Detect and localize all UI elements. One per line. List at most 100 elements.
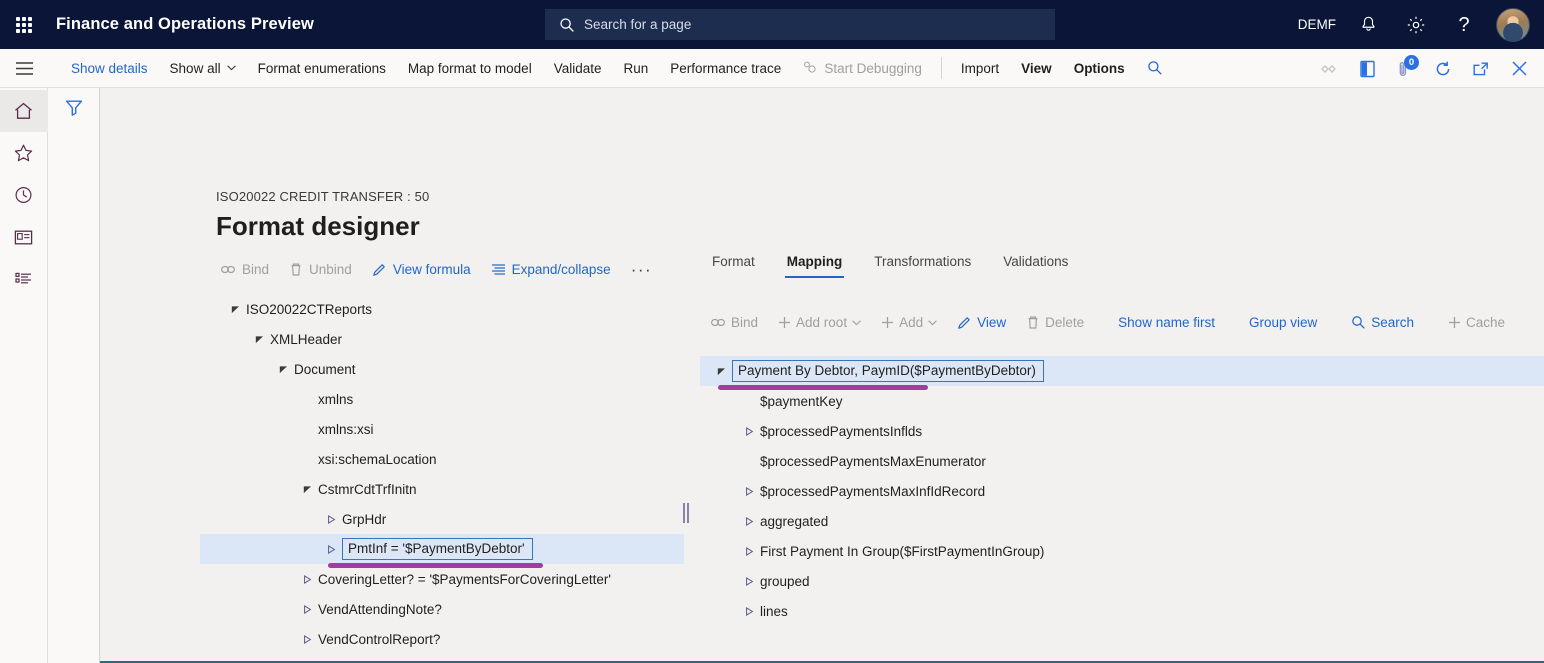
- mapping-tree-row[interactable]: $processedPaymentsInflds: [700, 416, 1544, 446]
- expanded-triangle-icon: [255, 335, 264, 344]
- format-tree-row[interactable]: xmlns:xsi: [200, 414, 684, 444]
- relationships-icon[interactable]: [1310, 49, 1348, 88]
- mapping-view-button[interactable]: View: [947, 309, 1016, 336]
- format-tree-row[interactable]: xmlns: [200, 384, 684, 414]
- tree-toggle[interactable]: [296, 635, 318, 644]
- command-options[interactable]: Options: [1063, 49, 1136, 88]
- refresh-icon[interactable]: [1424, 49, 1462, 88]
- command-show-all[interactable]: Show all: [159, 49, 247, 88]
- company-selector[interactable]: DEMF: [1290, 0, 1344, 49]
- sidebar-item-favorites[interactable]: [0, 132, 48, 174]
- command-search-button[interactable]: [1136, 49, 1174, 88]
- navigation-rail: [0, 88, 48, 663]
- mapping-add-button: Add: [871, 309, 947, 336]
- tree-toggle[interactable]: [272, 365, 294, 374]
- avatar[interactable]: [1496, 8, 1530, 42]
- format-tree-row[interactable]: CstmrCdtTrfInitn: [200, 474, 684, 504]
- mapping-tree-row[interactable]: First Payment In Group($FirstPaymentInGr…: [700, 536, 1544, 566]
- tree-toggle[interactable]: [320, 545, 342, 554]
- bind-button: Bind: [210, 256, 279, 283]
- tree-toggle[interactable]: [296, 605, 318, 614]
- view-formula-button[interactable]: View formula: [362, 256, 481, 283]
- sidebar-item-recent[interactable]: [0, 174, 48, 216]
- format-tree-row[interactable]: XMLHeader: [200, 324, 684, 354]
- open-in-new-window-icon[interactable]: [1462, 49, 1500, 88]
- app-launcher-icon[interactable]: [0, 0, 48, 49]
- mapping-group-view-button[interactable]: Group view: [1239, 309, 1327, 336]
- global-search-box[interactable]: Search for a page: [545, 9, 1055, 40]
- format-tree-row[interactable]: xsi:schemaLocation: [200, 444, 684, 474]
- tree-toggle[interactable]: [738, 427, 760, 436]
- mapping-tree-row[interactable]: lines: [700, 596, 1544, 626]
- command-format-enumerations[interactable]: Format enumerations: [247, 49, 397, 88]
- format-tree: ISO20022CTReportsXMLHeaderDocumentxmlnsx…: [200, 294, 684, 654]
- mapping-tree-row[interactable]: grouped: [700, 566, 1544, 596]
- command-validate-label: Validate: [554, 61, 602, 76]
- command-view-label: View: [1021, 61, 1052, 76]
- expand-collapse-button[interactable]: Expand/collapse: [481, 256, 621, 283]
- command-bar-items: Show details Show all Format enumeration…: [60, 49, 1174, 88]
- search-icon: [1351, 315, 1366, 330]
- pencil-icon: [372, 262, 387, 277]
- mapping-search-button[interactable]: Search: [1341, 309, 1424, 336]
- format-tree-row[interactable]: Document: [200, 354, 684, 384]
- tab-mapping[interactable]: Mapping: [771, 254, 859, 278]
- tab-transformations[interactable]: Transformations: [858, 254, 987, 278]
- mapping-show-name-first-button[interactable]: Show name first: [1108, 309, 1225, 336]
- filter-funnel-icon[interactable]: [64, 98, 84, 122]
- tab-format[interactable]: Format: [696, 254, 771, 278]
- command-performance-trace[interactable]: Performance trace: [659, 49, 792, 88]
- format-tree-row[interactable]: VendControlReport?: [200, 624, 684, 654]
- command-import[interactable]: Import: [950, 49, 1010, 88]
- debug-gear-icon: [803, 61, 818, 75]
- tree-toggle[interactable]: [248, 335, 270, 344]
- tab-validations[interactable]: Validations: [987, 254, 1084, 278]
- plus-icon: [778, 316, 791, 329]
- tree-toggle[interactable]: [710, 367, 732, 376]
- tree-toggle[interactable]: [296, 485, 318, 494]
- tree-toggle[interactable]: [738, 517, 760, 526]
- tree-toggle[interactable]: [738, 577, 760, 586]
- format-tree-row[interactable]: VendAttendingNote?: [200, 594, 684, 624]
- format-tree-label: xsi:schemaLocation: [318, 452, 441, 467]
- tree-toggle[interactable]: [224, 305, 246, 314]
- command-run[interactable]: Run: [613, 49, 660, 88]
- sidebar-item-home[interactable]: [0, 90, 48, 132]
- sidebar-item-workspaces[interactable]: [0, 216, 48, 258]
- mapping-tree-row[interactable]: $paymentKey: [700, 386, 1544, 416]
- more-options-button[interactable]: ···: [621, 260, 662, 280]
- format-tree-row[interactable]: CoveringLetter? = '$PaymentsForCoveringL…: [200, 564, 684, 594]
- format-tree-row[interactable]: GrpHdr: [200, 504, 684, 534]
- page-options-icon[interactable]: [1348, 49, 1386, 88]
- tree-toggle[interactable]: [738, 607, 760, 616]
- mapping-tree-row[interactable]: Payment By Debtor, PaymID($PaymentByDebt…: [700, 356, 1544, 386]
- page-content: ISO20022 CREDIT TRANSFER : 50 Format des…: [100, 88, 1544, 663]
- bell-icon[interactable]: [1344, 0, 1392, 49]
- tree-toggle[interactable]: [738, 487, 760, 496]
- mapping-toolbar: BindAdd rootAddViewDeleteShow name first…: [700, 309, 1515, 336]
- page-title: Format designer: [216, 211, 420, 242]
- recent-clock-icon: [13, 185, 34, 205]
- format-tree-row[interactable]: ISO20022CTReports: [200, 294, 684, 324]
- format-tree-row[interactable]: PmtInf = '$PaymentByDebtor': [200, 534, 684, 564]
- tree-toggle[interactable]: [296, 575, 318, 584]
- mapping-tree-row[interactable]: $processedPaymentsMaxEnumerator: [700, 446, 1544, 476]
- command-view[interactable]: View: [1010, 49, 1063, 88]
- tree-toggle[interactable]: [320, 515, 342, 524]
- command-start-debugging: Start Debugging: [792, 49, 933, 88]
- close-icon[interactable]: [1500, 49, 1538, 88]
- command-map-format-to-model[interactable]: Map format to model: [397, 49, 543, 88]
- sidebar-item-modules[interactable]: [0, 258, 48, 300]
- hamburger-menu-icon[interactable]: [0, 49, 48, 88]
- tree-toggle[interactable]: [738, 547, 760, 556]
- panel-resize-handle[interactable]: [682, 502, 690, 524]
- attachments-icon[interactable]: 0: [1386, 49, 1424, 88]
- plus-icon: [881, 316, 894, 329]
- gear-icon[interactable]: [1392, 0, 1440, 49]
- format-tree-label: XMLHeader: [270, 332, 346, 347]
- command-show-details[interactable]: Show details: [60, 49, 159, 88]
- command-validate[interactable]: Validate: [543, 49, 613, 88]
- help-icon[interactable]: ?: [1440, 0, 1488, 49]
- mapping-tree-row[interactable]: aggregated: [700, 506, 1544, 536]
- mapping-tree-row[interactable]: $processedPaymentsMaxInfIdRecord: [700, 476, 1544, 506]
